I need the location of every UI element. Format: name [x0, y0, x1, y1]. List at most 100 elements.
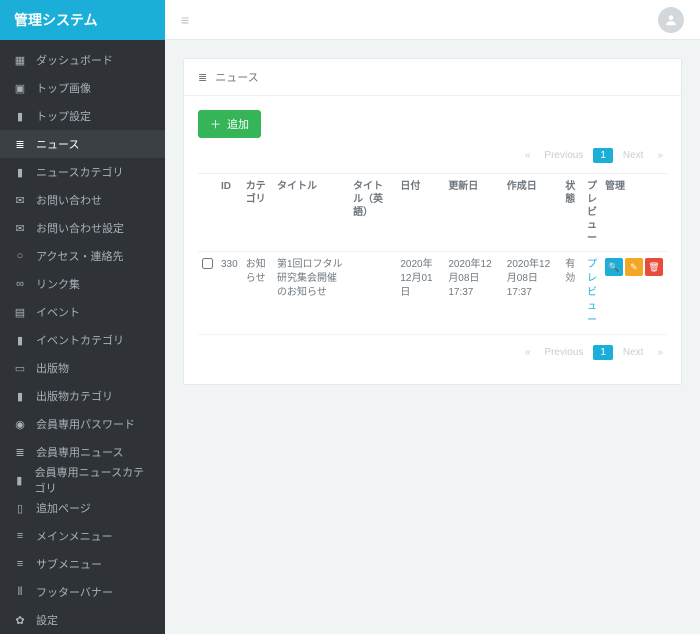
sidebar-item[interactable]: ◉ 会員専用パスワード	[0, 410, 165, 438]
sidebar-item-label: イベントカテゴリ	[36, 332, 124, 348]
sidebar-item-label: 会員専用ニュースカテゴリ	[35, 464, 151, 496]
brand-title: 管理システム	[0, 0, 165, 40]
row-checkbox[interactable]	[202, 258, 213, 269]
sidebar-item[interactable]: ▭出版物	[0, 354, 165, 382]
cell-category: お知らせ	[242, 252, 273, 335]
data-table: IDカテゴリタイトルタイトル（英語）日付更新日作成日状態プレビュー管理 330お…	[198, 173, 667, 335]
sidebar-item[interactable]: ≡メインメニュー	[0, 522, 165, 550]
avatar[interactable]	[658, 7, 684, 33]
sidebar-item[interactable]: ▮ニュースカテゴリ	[0, 158, 165, 186]
sidebar-item[interactable]: ○ アクセス・連絡先	[0, 242, 165, 270]
mail-icon: ✉	[14, 222, 26, 235]
link-icon: ∞	[14, 278, 26, 290]
menu-icon: ≡	[14, 530, 26, 542]
table-header: 日付	[396, 174, 444, 252]
sidebar-item[interactable]: ≣会員専用ニュース	[0, 438, 165, 466]
page-current[interactable]: 1	[593, 148, 613, 163]
page-prev[interactable]: Previous	[540, 148, 587, 163]
table-header: タイトル	[273, 174, 349, 252]
lock-icon: ◉	[14, 418, 26, 431]
user-icon	[664, 13, 678, 27]
page-last[interactable]: »	[653, 148, 667, 163]
sidebar-item[interactable]: ▮トップ設定	[0, 102, 165, 130]
table-header: ID	[217, 174, 242, 252]
sidebar-item[interactable]: ≣ニュース	[0, 130, 165, 158]
preview-link[interactable]: プレビュー	[587, 259, 597, 326]
pin-icon: ○	[14, 250, 26, 262]
sidebar-item[interactable]: ✉ お問い合わせ	[0, 186, 165, 214]
sidebar-item-label: ダッシュボード	[36, 52, 113, 68]
sidebar-item-label: お問い合わせ設定	[36, 220, 124, 236]
sidebar-item-label: ニュースカテゴリ	[36, 164, 123, 180]
trash-icon: 🗑	[648, 262, 659, 273]
sidebar-item[interactable]: ⦀ フッターバナー	[0, 578, 165, 606]
page-current[interactable]: 1	[593, 345, 613, 360]
pencil-icon: ✎	[630, 262, 638, 273]
cell-title-en	[349, 252, 396, 335]
page-next[interactable]: Next	[619, 148, 648, 163]
menu-icon: ≡	[14, 558, 26, 570]
add-button[interactable]: ＋ 追加	[198, 110, 261, 138]
table-header: 更新日	[444, 174, 502, 252]
sidebar-item[interactable]: ▯追加ページ	[0, 494, 165, 522]
sidebar-item[interactable]: ✉ お問い合わせ設定	[0, 214, 165, 242]
sidebar-item-label: 会員専用ニュース	[36, 444, 123, 460]
table-body: 330お知らせ第1回ロフタル研究集会開催のお知らせ2020年12月01日2020…	[198, 252, 667, 335]
col-checkbox	[198, 174, 217, 252]
cell-updated: 2020年12月08日 17:37	[444, 252, 502, 335]
dashboard-icon: ▦	[14, 54, 26, 67]
page-first[interactable]: «	[521, 345, 535, 360]
panel-header: ≣ ニュース	[184, 59, 681, 96]
table-header: 管理	[601, 174, 667, 252]
sidebar-item-label: 出版物カテゴリ	[36, 388, 113, 404]
sidebar-item[interactable]: ≡サブメニュー	[0, 550, 165, 578]
sidebar-item[interactable]: ✿設定	[0, 606, 165, 634]
view-button[interactable]: 🔍	[605, 258, 623, 276]
page-next[interactable]: Next	[619, 345, 648, 360]
cell-id: 330	[217, 252, 242, 335]
sidebar-item[interactable]: ▦ ダッシュボード	[0, 46, 165, 74]
sidebar-item-label: トップ画像	[36, 80, 91, 96]
sidebar-item-label: お問い合わせ	[36, 192, 102, 208]
edit-button[interactable]: ✎	[625, 258, 643, 276]
sidebar-item[interactable]: ▣トップ画像	[0, 74, 165, 102]
add-button-label: 追加	[227, 116, 249, 132]
sidebar-nav: ▦ダッシュボード▣トップ画像▮トップ設定≣ニュース▮ニュースカテゴリ✉お問い合わ…	[0, 40, 165, 634]
barcode-icon: ⦀	[14, 586, 26, 599]
delete-button[interactable]: 🗑	[645, 258, 663, 276]
file-icon: ▯	[14, 502, 26, 515]
topbar: ≡	[165, 0, 700, 40]
main-area: ≡ ≣ ニュース ＋ 追加 « Previous	[165, 0, 700, 634]
calendar-icon: ▤	[14, 306, 26, 319]
sidebar: 管理システム ▦ダッシュボード▣トップ画像▮トップ設定≣ニュース▮ニュースカテゴ…	[0, 0, 165, 634]
folder-icon: ▮	[14, 110, 26, 123]
sidebar-item-label: リンク集	[36, 276, 80, 292]
sidebar-item-label: 設定	[36, 612, 58, 628]
page-prev[interactable]: Previous	[540, 345, 587, 360]
cell-actions: 🔍 ✎ 🗑	[601, 252, 667, 335]
page-first[interactable]: «	[521, 148, 535, 163]
sidebar-item-label: アクセス・連絡先	[36, 248, 123, 264]
folder-icon: ▮	[14, 334, 26, 347]
cell-preview: プレビュー	[583, 252, 601, 335]
sidebar-item[interactable]: ▮ イベントカテゴリ	[0, 326, 165, 354]
sidebar-item-label: 会員専用パスワード	[36, 416, 135, 432]
folder-icon: ▮	[14, 474, 25, 487]
sidebar-item[interactable]: ▤ イベント	[0, 298, 165, 326]
table-header: カテゴリ	[242, 174, 273, 252]
hamburger-icon[interactable]: ≡	[181, 12, 189, 28]
search-icon: 🔍	[608, 262, 619, 273]
sidebar-item-label: 出版物	[36, 360, 69, 376]
panel-title: ニュース	[215, 69, 258, 85]
list-icon: ≣	[198, 71, 207, 84]
cell-date: 2020年12月01日	[396, 252, 444, 335]
page-last[interactable]: »	[653, 345, 667, 360]
mail-icon: ✉	[14, 194, 26, 207]
table-header: 状態	[561, 174, 583, 252]
sidebar-item[interactable]: ▮ 会員専用ニュースカテゴリ	[0, 466, 165, 494]
panel: ≣ ニュース ＋ 追加 « Previous 1 Next »	[183, 58, 682, 385]
sidebar-item-label: フッターバナー	[36, 584, 113, 600]
sidebar-item[interactable]: ∞ リンク集	[0, 270, 165, 298]
sidebar-item[interactable]: ▮出版物カテゴリ	[0, 382, 165, 410]
sidebar-item-label: イベント	[36, 304, 80, 320]
